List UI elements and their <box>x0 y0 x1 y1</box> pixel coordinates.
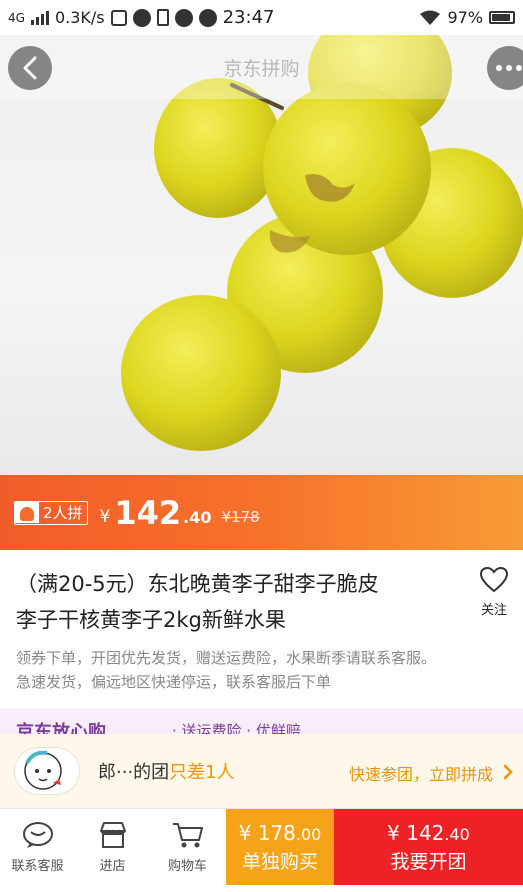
service-label: 联系客服 <box>11 858 64 874</box>
group-size-badge: 2人拼 <box>14 500 88 525</box>
product-photo <box>121 35 523 451</box>
product-title-line1: （满20-5元）东北晚黄李子甜李子脆皮 <box>16 572 379 596</box>
network-speed: 0.3K/s <box>54 8 105 27</box>
cart-icon <box>172 822 203 847</box>
message-icon <box>174 8 193 27</box>
status-right: 97% <box>419 8 515 27</box>
promo-brand: 京东放心购 <box>16 722 106 734</box>
cartoon-avatar-icon <box>24 750 62 790</box>
app-notification-icon-2 <box>132 8 151 27</box>
product-title: （满20-5元）东北晚黄李子甜李子脆皮 李子干核黄李子2kg新鲜水果 <box>16 566 446 638</box>
chevron-right-icon <box>503 764 513 780</box>
promo-tags: · 送运费险 · 优鲜赔 <box>172 722 301 734</box>
bottom-action-bar: 联系客服 进店 购物车 ¥ 178.00 单独购买 ¥ 142.40 我要开团 <box>0 808 523 892</box>
app-notification-icon <box>110 9 127 26</box>
avatar <box>14 747 80 795</box>
wifi-icon <box>420 10 441 25</box>
service-promo-strip[interactable]: 京东放心购 · 送运费险 · 优鲜赔 <box>0 708 523 734</box>
person-icon <box>15 502 39 523</box>
phone-icon <box>156 9 169 26</box>
favorite-button[interactable]: 关注 <box>471 566 517 618</box>
open-group-row[interactable]: 郎···的团 只差1人 快速参团，立即拼成 <box>0 734 523 808</box>
group-price-integer: 142 <box>114 493 182 532</box>
signal-icon <box>30 10 49 25</box>
clock: 23:47 <box>222 7 275 28</box>
battery-icon <box>489 11 515 24</box>
desc-line2: 急速发货，偏远地区快递停运，联系客服后下单 <box>16 673 332 691</box>
product-image-carousel[interactable] <box>0 35 523 475</box>
join-group-link[interactable]: 快速参团，立即拼成 <box>349 761 493 785</box>
more-button[interactable] <box>487 46 523 90</box>
cart-button[interactable]: 购物车 <box>150 809 225 885</box>
group-need-count: 只差1人 <box>169 762 235 783</box>
shop-label: 进店 <box>99 858 126 874</box>
play-icon <box>198 8 217 27</box>
start-group-price: ¥ 142.40 <box>387 820 470 845</box>
store-icon <box>99 821 126 848</box>
chevron-left-icon <box>23 56 37 80</box>
heart-icon <box>479 566 509 593</box>
page-title: 京东拼购 <box>0 35 523 99</box>
customer-service-button[interactable]: 联系客服 <box>0 809 75 885</box>
status-bar: 4G 0.3K/s 23:47 97% <box>0 0 523 35</box>
buy-alone-price: ¥ 178.00 <box>238 820 322 845</box>
start-group-label: 我要开团 <box>390 850 467 873</box>
chat-bubble-icon <box>22 821 53 848</box>
group-size-label: 2人拼 <box>43 504 83 522</box>
cart-label: 购物车 <box>167 858 207 874</box>
back-button[interactable] <box>8 46 52 90</box>
buy-alone-label: 单独购买 <box>241 850 318 873</box>
favorite-label: 关注 <box>480 603 507 618</box>
status-left: 4G 0.3K/s 23:47 <box>8 7 274 28</box>
product-title-line2: 李子干核黄李子2kg新鲜水果 <box>16 608 286 632</box>
group-price-decimal: .40 <box>183 508 212 527</box>
network-type: 4G <box>8 10 25 25</box>
start-group-button[interactable]: ¥ 142.40 我要开团 <box>334 809 523 885</box>
more-dots-icon <box>496 65 522 71</box>
shop-button[interactable]: 进店 <box>75 809 150 885</box>
buy-alone-button[interactable]: ¥ 178.00 单独购买 <box>226 809 334 885</box>
battery-percent: 97% <box>447 8 483 27</box>
product-description: 领券下单，开团优先发货，赠送运费险，水果断季请联系客服。 急速发货，偏远地区快递… <box>16 646 516 694</box>
price-banner: 2人拼 ¥ 142 .40 ¥178 <box>0 475 523 550</box>
group-leader-name: 郎···的团 <box>98 762 170 783</box>
currency-symbol: ¥ <box>99 506 111 527</box>
original-price: ¥178 <box>221 507 260 526</box>
desc-line1: 领券下单，开团优先发货，赠送运费险，水果断季请联系客服。 <box>16 649 437 667</box>
